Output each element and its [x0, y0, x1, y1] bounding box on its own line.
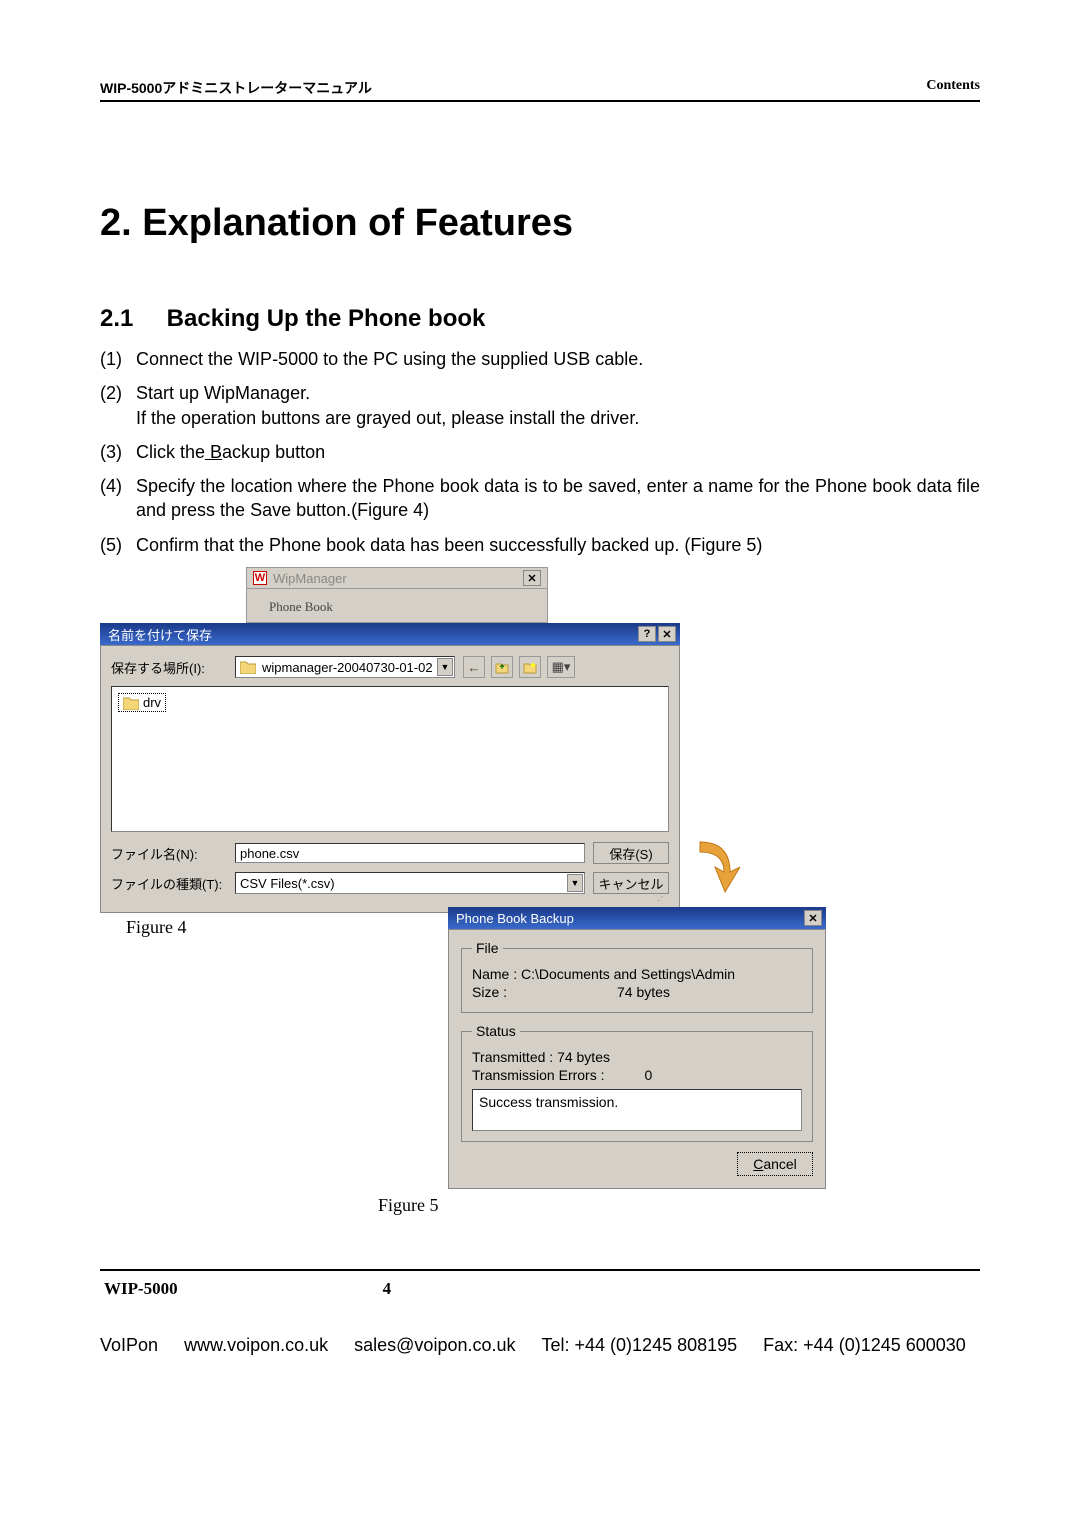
file-name-line: Name : C:\Documents and Settings\Admin	[472, 966, 802, 982]
figure-4-caption: Figure 4	[126, 917, 187, 938]
wipmanager-window: W WipManager ✕ Phone Book	[246, 567, 548, 623]
filename-label: ファイル名(N):	[111, 844, 227, 863]
footer-tel: Tel: +44 (0)1245 808195	[542, 1335, 738, 1356]
chapter-title: 2. Explanation of Features	[100, 202, 980, 245]
footer-fax: Fax: +44 (0)1245 600030	[763, 1335, 966, 1356]
view-menu-icon[interactable]: ▦▾	[547, 656, 575, 678]
file-legend: File	[472, 940, 503, 956]
close-icon[interactable]: ✕	[658, 626, 676, 642]
backup-title: Phone Book Backup	[456, 911, 804, 926]
cancel-button[interactable]: キャンセル	[593, 872, 669, 894]
arrow-icon	[690, 837, 740, 897]
wipmanager-titlebar[interactable]: W WipManager ✕	[246, 567, 548, 589]
footer-email: sales@voipon.co.uk	[354, 1335, 515, 1356]
folder-icon	[123, 696, 139, 710]
save-as-titlebar[interactable]: 名前を付けて保存 ? ✕	[100, 623, 680, 645]
footer-model: WIP-5000	[104, 1279, 178, 1299]
save-as-dialog: 名前を付けて保存 ? ✕ 保存する場所(I): wipmanager-20040…	[100, 623, 680, 913]
transmitted-line: Transmitted : 74 bytes	[472, 1049, 802, 1065]
footer-line-2: VoIPon www.voipon.co.uk sales@voipon.co.…	[100, 1335, 980, 1356]
backup-status-dialog: Phone Book Backup ✕ File Name : C:\Docum…	[448, 907, 826, 1189]
page-number: 4	[383, 1279, 392, 1299]
step-5: (5)Confirm that the Phone book data has …	[100, 533, 980, 557]
chevron-down-icon[interactable]: ▼	[437, 658, 453, 676]
up-folder-icon[interactable]	[491, 656, 513, 678]
save-as-title: 名前を付けて保存	[108, 625, 636, 644]
status-group: Status Transmitted : 74 bytes Transmissi…	[461, 1023, 813, 1142]
back-icon[interactable]: ←	[463, 656, 485, 678]
status-message: Success transmission.	[472, 1089, 802, 1131]
figure-5-caption: Figure 5	[378, 1195, 439, 1216]
folder-icon	[240, 660, 256, 674]
section-text: Backing Up the Phone book	[167, 305, 486, 332]
backup-titlebar[interactable]: Phone Book Backup ✕	[448, 907, 826, 929]
filetype-combo[interactable]: CSV Files(*.csv)▼	[235, 872, 585, 894]
section-number: 2.1	[100, 305, 160, 333]
phonebook-group-label: Phone Book	[265, 599, 337, 614]
filename-input[interactable]: phone.csv	[235, 843, 585, 863]
file-list-pane[interactable]: drv	[111, 686, 669, 832]
file-group: File Name : C:\Documents and Settings\Ad…	[461, 940, 813, 1013]
save-in-label: 保存する場所(I):	[111, 658, 227, 677]
errors-line: Transmission Errors :0	[472, 1067, 802, 1083]
footer-rule	[100, 1269, 980, 1271]
page-header: WIP-5000アドミニストレーターマニュアル Contents	[100, 78, 980, 98]
step-2: (2)Start up WipManager. If the operation…	[100, 381, 980, 430]
step-1: (1)Connect the WIP-5000 to the PC using …	[100, 347, 980, 371]
save-button[interactable]: 保存(S)	[593, 842, 669, 864]
step-4: (4)Specify the location where the Phone …	[100, 474, 980, 523]
footer-line-1: WIP-5000 4	[100, 1279, 980, 1299]
help-icon[interactable]: ?	[638, 626, 656, 642]
folder-item-drv[interactable]: drv	[118, 693, 166, 712]
footer-url: www.voipon.co.uk	[184, 1335, 328, 1356]
header-right: Contents	[926, 78, 980, 98]
save-as-toolbar: ← ▦▾	[463, 656, 575, 678]
save-in-value: wipmanager-20040730-01-02	[262, 660, 433, 675]
resize-grip-icon[interactable]: ⋰	[111, 894, 669, 902]
wipmanager-title: WipManager	[273, 571, 347, 586]
folder-label: drv	[143, 695, 161, 710]
header-rule	[100, 100, 980, 102]
section-title: 2.1 Backing Up the Phone book	[100, 305, 980, 333]
status-legend: Status	[472, 1023, 520, 1039]
save-in-combo[interactable]: wipmanager-20040730-01-02 ▼	[235, 656, 455, 678]
file-size-line: Size :74 bytes	[472, 984, 802, 1000]
wipmanager-app-icon: W	[253, 571, 267, 585]
steps-list: (1)Connect the WIP-5000 to the PC using …	[100, 347, 980, 557]
header-left: WIP-5000アドミニストレーターマニュアル	[100, 78, 372, 98]
footer-brand: VoIPon	[100, 1335, 158, 1356]
filetype-label: ファイルの種類(T):	[111, 874, 227, 893]
new-folder-icon[interactable]	[519, 656, 541, 678]
close-icon[interactable]: ✕	[523, 570, 541, 586]
wipmanager-body: Phone Book	[246, 589, 548, 623]
chevron-down-icon[interactable]: ▼	[567, 874, 583, 892]
cancel-button[interactable]: Cancel	[737, 1152, 813, 1176]
close-icon[interactable]: ✕	[804, 910, 822, 926]
step-3: (3)Click the Backup button	[100, 440, 980, 464]
